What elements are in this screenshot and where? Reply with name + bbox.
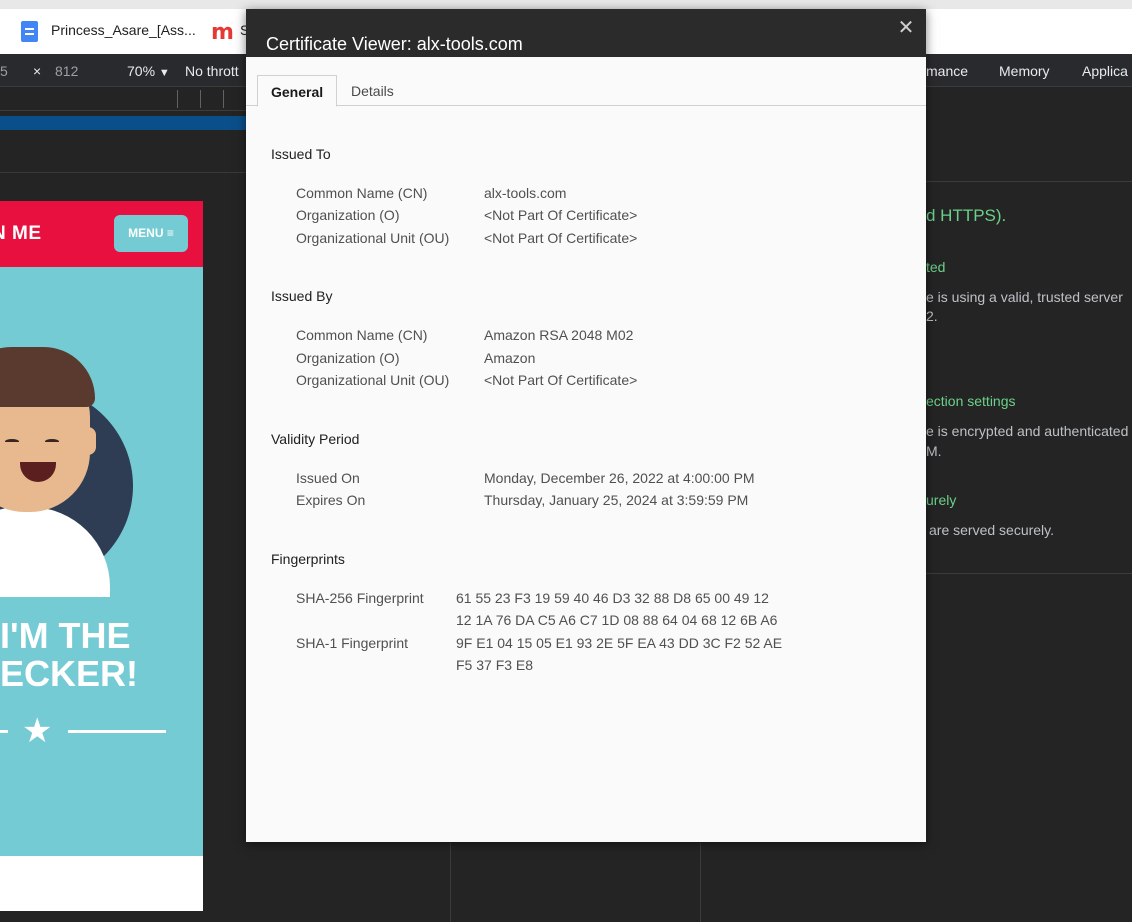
avatar-eye xyxy=(45,439,59,444)
chevron-down-icon: ▼ xyxy=(158,67,170,79)
hero-headline: I'M THE ECKER! xyxy=(0,617,138,693)
zoom-select[interactable]: 70% ▼ xyxy=(127,63,170,79)
media-query-ruler xyxy=(0,116,246,130)
divider-line-left xyxy=(0,730,8,733)
tab-performance[interactable]: mance xyxy=(926,63,968,79)
tab-bar: General Details xyxy=(246,57,926,107)
mobile-viewport: N ME MENU ≡ I'M THE ECKER! ★ xyxy=(0,201,203,911)
tab-details[interactable]: Details xyxy=(338,75,407,107)
section-title-issued-to: Issued To xyxy=(271,146,331,162)
security-summary: d HTTPS). xyxy=(926,206,1007,225)
divider xyxy=(223,90,224,108)
bookmark-docs[interactable]: Princess_Asare_[Ass... xyxy=(51,22,196,38)
field-label: Issued On xyxy=(296,470,360,486)
fingerprint-value: 61 55 23 F3 19 59 40 46 D3 32 88 D8 65 0… xyxy=(456,590,769,606)
field-value: <Not Part Of Certificate> xyxy=(484,207,638,223)
device-ruler xyxy=(0,131,246,173)
field-value: Amazon RSA 2048 M02 xyxy=(484,327,634,343)
field-label: Organization (O) xyxy=(296,207,400,223)
field-value: Thursday, January 25, 2024 at 3:59:59 PM xyxy=(484,492,749,508)
hero-headline-line1: I'M THE xyxy=(0,615,131,656)
divider-line-right xyxy=(68,730,166,733)
hero-headline-line2: ECKER! xyxy=(0,653,139,694)
field-value: Amazon xyxy=(484,350,536,366)
security-item-text: e is using a valid, trusted server xyxy=(926,289,1123,305)
google-docs-icon xyxy=(21,21,38,42)
fingerprint-value: 12 1A 76 DA C5 A6 C7 1D 08 88 64 04 68 1… xyxy=(456,612,778,628)
security-item-text: 2. xyxy=(926,308,938,324)
section-title-issued-by: Issued By xyxy=(271,288,333,304)
divider xyxy=(926,181,1132,182)
site-header: N ME MENU ≡ xyxy=(0,201,203,267)
security-item-text: are served securely. xyxy=(929,522,1055,538)
fingerprint-value: 9F E1 04 15 05 E1 93 2E 5F EA 43 DD 3C F… xyxy=(456,635,783,651)
viewport-gutter xyxy=(203,173,246,922)
tab-memory[interactable]: Memory xyxy=(999,63,1050,79)
divider xyxy=(926,573,1132,574)
field-label: Organizational Unit (OU) xyxy=(296,230,450,246)
certificate-viewer-dialog: Certificate Viewer: alx-tools.com ✕ Gene… xyxy=(246,9,926,842)
field-label: Organization (O) xyxy=(296,350,400,366)
section-title-validity: Validity Period xyxy=(271,431,360,447)
dialog-titlebar: Certificate Viewer: alx-tools.com ✕ xyxy=(246,9,926,57)
field-value: <Not Part Of Certificate> xyxy=(484,230,638,246)
divider xyxy=(450,843,451,922)
security-item-text: e is encrypted and authenticated xyxy=(926,423,1129,439)
avatar-ear xyxy=(80,427,96,455)
throttle-select[interactable]: No thrott xyxy=(185,63,239,79)
field-label: Expires On xyxy=(296,492,366,508)
menu-button[interactable]: MENU ≡ xyxy=(114,215,188,252)
field-label: Common Name (CN) xyxy=(296,185,428,201)
avatar-hair xyxy=(0,347,95,407)
site-header-title: N ME xyxy=(0,223,42,244)
avatar-eye xyxy=(5,439,19,444)
device-height-input[interactable]: 812 xyxy=(55,63,78,79)
field-value: Monday, December 26, 2022 at 4:00:00 PM xyxy=(484,470,755,486)
field-label: SHA-1 Fingerprint xyxy=(296,635,409,651)
field-label: Common Name (CN) xyxy=(296,327,428,343)
zoom-value: 70% xyxy=(127,63,156,79)
security-item-title[interactable]: ection settings xyxy=(926,393,1016,409)
dialog-title: Certificate Viewer: alx-tools.com xyxy=(266,34,523,54)
browser-top-strip xyxy=(0,0,1132,9)
star-icon: ★ xyxy=(22,712,53,750)
hero-section: I'M THE ECKER! ★ xyxy=(0,267,203,856)
security-item-text: M. xyxy=(926,443,942,459)
tab-application[interactable]: Applica xyxy=(1082,63,1128,79)
m-logo-icon: m xyxy=(211,20,234,45)
security-item-title: ted xyxy=(926,259,946,275)
field-value: alx-tools.com xyxy=(484,185,567,201)
divider xyxy=(177,90,178,108)
section-title-fingerprints: Fingerprints xyxy=(271,551,345,567)
dimension-times-icon: × xyxy=(33,63,42,79)
field-label: Organizational Unit (OU) xyxy=(296,372,450,388)
divider xyxy=(700,843,701,922)
close-icon[interactable]: ✕ xyxy=(896,15,916,39)
tab-general[interactable]: General xyxy=(257,75,338,107)
field-value: <Not Part Of Certificate> xyxy=(484,372,638,388)
divider xyxy=(200,90,201,108)
device-width-value[interactable]: 5 xyxy=(0,63,8,79)
security-item-title: urely xyxy=(926,492,957,508)
fingerprint-value: F5 37 F3 E8 xyxy=(456,657,534,673)
field-label: SHA-256 Fingerprint xyxy=(296,590,424,606)
